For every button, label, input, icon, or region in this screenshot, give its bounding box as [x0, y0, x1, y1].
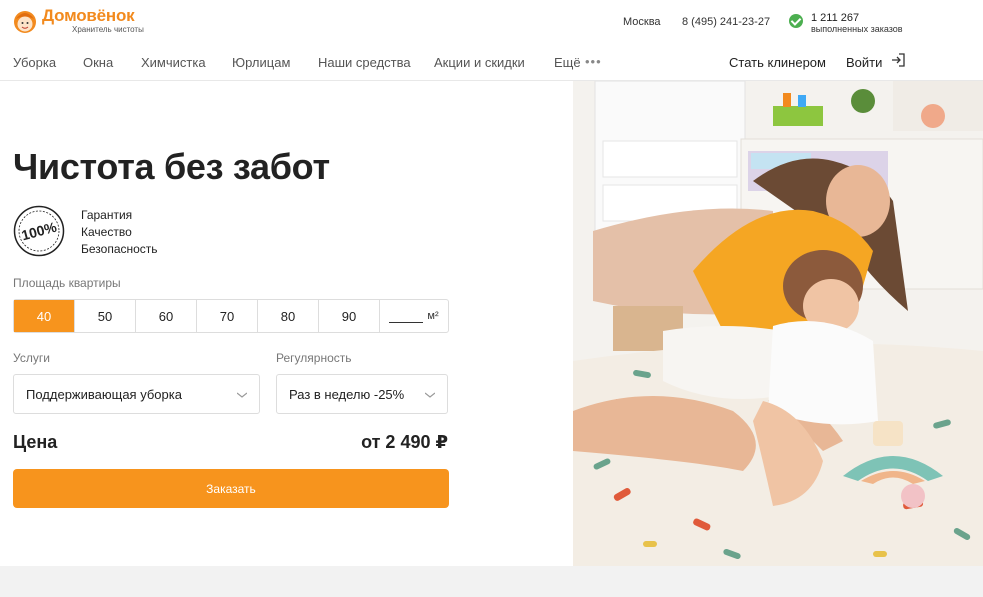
- feature-safety: Безопасность: [81, 242, 158, 256]
- badge-text: 100%: [20, 218, 59, 243]
- area-option-90[interactable]: 90: [319, 300, 380, 332]
- regularity-label: Регулярность: [276, 351, 352, 365]
- logo-name: Домовёнок: [42, 6, 135, 25]
- nav-item-more[interactable]: Ещё: [554, 55, 581, 70]
- nav-item-legal-entities[interactable]: Юрлицам: [232, 55, 290, 70]
- top-header: Домовёнок Хранитель чистоты Москва 8 (49…: [0, 0, 983, 44]
- check-icon: [789, 14, 803, 28]
- area-option-40[interactable]: 40: [14, 300, 75, 332]
- login-icon[interactable]: [891, 53, 905, 67]
- page-title: Чистота без забот: [13, 146, 330, 187]
- become-cleaner-link[interactable]: Стать клинером: [729, 55, 826, 70]
- area-option-70[interactable]: 70: [197, 300, 258, 332]
- logo[interactable]: Домовёнок Хранитель чистоты: [12, 7, 144, 35]
- domovenok-logo-icon: [14, 11, 36, 33]
- area-label: Площадь квартиры: [13, 276, 121, 290]
- area-unit: м²: [427, 310, 439, 322]
- area-option-50[interactable]: 50: [75, 300, 136, 332]
- regularity-value: Раз в неделю -25%: [289, 386, 405, 402]
- nav-item-windows[interactable]: Окна: [83, 55, 113, 70]
- chevron-down-icon: [425, 392, 435, 398]
- nav-item-promotions[interactable]: Акции и скидки: [434, 55, 525, 70]
- orders-count: 1 211 267: [811, 12, 860, 24]
- price-value: от 2 490 ₽: [361, 432, 448, 452]
- order-button[interactable]: Заказать: [13, 469, 449, 508]
- city-selector[interactable]: Москва: [623, 16, 661, 28]
- feature-quality: Качество: [81, 225, 132, 239]
- orders-counter: 1 211 267 выполненных заказов: [789, 12, 903, 35]
- nav-item-products[interactable]: Наши средства: [318, 55, 411, 70]
- area-selector: 40 50 60 70 80 90 м²: [13, 299, 449, 333]
- phone-link[interactable]: 8 (495) 241-23-27: [682, 16, 770, 28]
- footer-band: [0, 566, 983, 597]
- nav-item-cleaning[interactable]: Уборка: [13, 55, 56, 70]
- hero-photo: [573, 81, 983, 566]
- services-value: Поддерживающая уборка: [26, 386, 182, 402]
- area-custom: м²: [380, 300, 448, 332]
- feature-guarantee: Гарантия: [81, 208, 133, 222]
- chevron-down-icon: [237, 392, 247, 398]
- regularity-select[interactable]: Раз в неделю -25%: [276, 374, 448, 414]
- area-option-60[interactable]: 60: [136, 300, 197, 332]
- login-link[interactable]: Войти: [846, 55, 882, 70]
- services-label: Услуги: [13, 351, 50, 365]
- nav-item-dry-cleaning[interactable]: Химчистка: [141, 55, 206, 70]
- price-label: Цена: [13, 432, 58, 452]
- logo-tagline: Хранитель чистоты: [72, 25, 144, 34]
- guarantee-badge-icon: 100%: [13, 205, 65, 257]
- area-option-80[interactable]: 80: [258, 300, 319, 332]
- services-select[interactable]: Поддерживающая уборка: [13, 374, 260, 414]
- custom-area-input[interactable]: [389, 309, 424, 323]
- main-nav: Уборка Окна Химчистка Юрлицам Наши средс…: [0, 44, 983, 81]
- features-list: Гарантия Качество Безопасность: [81, 207, 158, 258]
- more-dots-icon[interactable]: •••: [585, 55, 602, 68]
- orders-label: выполненных заказов: [811, 24, 903, 34]
